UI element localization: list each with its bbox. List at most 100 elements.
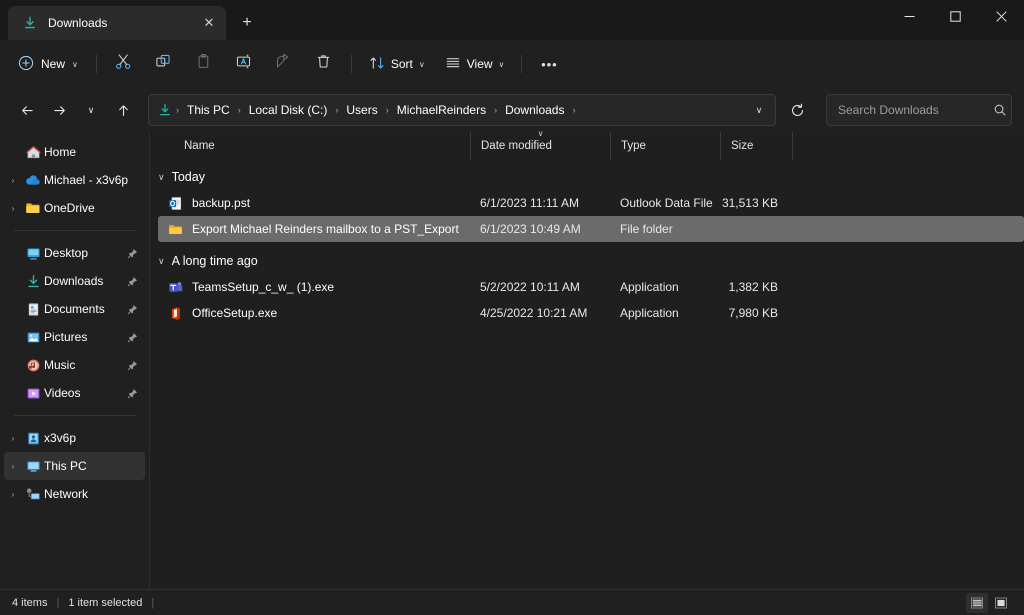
refresh-button[interactable] xyxy=(782,95,812,125)
column-label: Name xyxy=(184,140,215,152)
close-button[interactable] xyxy=(978,0,1024,32)
toolbar-divider xyxy=(95,55,97,73)
breadcrumb[interactable]: › This PC › Local Disk (C:) › Users › Mi… xyxy=(148,94,776,126)
chevron-right-icon[interactable]: › xyxy=(4,176,22,185)
sort-button[interactable]: Sort ∨ xyxy=(360,48,434,80)
maximize-button[interactable] xyxy=(932,0,978,32)
pin-icon[interactable] xyxy=(125,332,139,343)
file-name-cell: backup.pst xyxy=(158,196,470,211)
videos-icon xyxy=(22,386,44,401)
onedrive-cloud-icon xyxy=(22,172,44,188)
table-row[interactable]: backup.pst 6/1/2023 11:11 AM Outlook Dat… xyxy=(158,190,1024,216)
tab-title: Downloads xyxy=(48,16,108,30)
table-row[interactable]: Export Michael Reinders mailbox to a PST… xyxy=(158,216,1024,242)
rename-button[interactable] xyxy=(225,48,263,80)
column-header-name[interactable]: Name xyxy=(150,132,470,160)
column-header-type[interactable]: Type xyxy=(610,132,720,160)
file-date: 4/25/2022 10:21 AM xyxy=(480,306,588,320)
sidebar-item-pictures[interactable]: Pictures xyxy=(4,323,145,351)
pin-icon[interactable] xyxy=(125,388,139,399)
breadcrumb-item-local-disk[interactable]: Local Disk (C:) xyxy=(244,100,333,120)
breadcrumb-item-this-pc[interactable]: This PC xyxy=(182,100,235,120)
chevron-right-icon[interactable]: › xyxy=(4,490,22,499)
trash-icon xyxy=(315,53,332,75)
sidebar-item-home[interactable]: Home xyxy=(4,138,145,166)
pin-icon[interactable] xyxy=(125,276,139,287)
table-row[interactable]: OfficeSetup.exe 4/25/2022 10:21 AM Appli… xyxy=(158,300,1024,326)
status-bar: 4 items | 1 item selected | xyxy=(0,589,1024,615)
chevron-down-icon[interactable]: ∨ xyxy=(158,256,165,267)
chevron-right-icon[interactable]: › xyxy=(4,462,22,471)
paste-icon xyxy=(195,53,212,75)
search-box[interactable] xyxy=(826,94,1012,126)
chevron-right-icon[interactable]: › xyxy=(4,204,22,213)
pc-icon xyxy=(22,431,44,446)
forward-button[interactable] xyxy=(44,95,74,125)
paste-button[interactable] xyxy=(185,48,223,80)
breadcrumb-item-downloads[interactable]: Downloads xyxy=(500,100,569,120)
column-headers: Name ∨ Date modified Type Size xyxy=(150,129,1024,160)
sidebar-item-downloads[interactable]: Downloads xyxy=(4,267,145,295)
toolbar-divider-3 xyxy=(521,55,523,73)
chevron-down-icon: ∨ xyxy=(418,59,425,69)
sidebar-item-this-pc[interactable]: › This PC xyxy=(4,452,145,480)
sidebar-item-network[interactable]: › Network xyxy=(4,480,145,508)
pin-icon[interactable] xyxy=(125,304,139,315)
group-header-today[interactable]: ∨ Today xyxy=(150,164,1024,190)
sidebar-item-michael-x3v6p[interactable]: › Michael - x3v6p xyxy=(4,166,145,194)
breadcrumb-item-michaelreinders[interactable]: MichaelReinders xyxy=(392,100,491,120)
new-button[interactable]: New ∨ xyxy=(10,48,88,80)
sidebar-item-label: Music xyxy=(44,358,76,372)
file-name: TeamsSetup_c_w_ (1).exe xyxy=(192,280,335,294)
chevron-right-icon[interactable]: › xyxy=(4,434,22,443)
search-icon[interactable] xyxy=(993,103,1007,117)
details-view-button[interactable] xyxy=(966,592,988,613)
cut-button[interactable] xyxy=(105,48,143,80)
pin-icon[interactable] xyxy=(125,360,139,371)
group-header-a-long-time-ago[interactable]: ∨ A long time ago xyxy=(150,248,1024,274)
more-options-button[interactable]: ••• xyxy=(530,48,568,80)
sidebar-item-desktop[interactable]: Desktop xyxy=(4,239,145,267)
sidebar-item-videos[interactable]: Videos xyxy=(4,379,145,407)
sidebar-item-onedrive[interactable]: › OneDrive xyxy=(4,194,145,222)
file-size: 1,382 KB xyxy=(728,280,778,294)
search-input[interactable] xyxy=(838,103,993,117)
file-name: backup.pst xyxy=(192,196,251,210)
breadcrumb-item-users[interactable]: Users xyxy=(341,100,382,120)
share-button[interactable] xyxy=(265,48,303,80)
title-bar: Downloads ✕ + xyxy=(0,0,1024,40)
pictures-icon xyxy=(22,330,44,345)
file-type: File folder xyxy=(620,222,673,236)
large-icons-view-button[interactable] xyxy=(990,593,1012,613)
sidebar-item-x3v6p[interactable]: › x3v6p xyxy=(4,424,145,452)
tab-downloads[interactable]: Downloads ✕ xyxy=(8,6,226,40)
sidebar-item-music[interactable]: Music xyxy=(4,351,145,379)
column-label: Size xyxy=(731,140,754,152)
network-icon xyxy=(22,487,44,502)
up-button[interactable] xyxy=(108,95,138,125)
sidebar-item-label: Home xyxy=(44,145,77,159)
sidebar-divider-2 xyxy=(14,415,137,416)
recent-locations-button[interactable]: ∨ xyxy=(76,95,106,125)
column-header-date-modified[interactable]: ∨ Date modified xyxy=(470,129,610,160)
copy-button[interactable] xyxy=(145,48,183,80)
view-button[interactable]: View ∨ xyxy=(436,48,514,80)
table-row[interactable]: TeamsSetup_c_w_ (1).exe 5/2/2022 10:11 A… xyxy=(158,274,1024,300)
sidebar-item-label: Network xyxy=(44,487,89,501)
column-header-size[interactable]: Size xyxy=(720,132,792,160)
pin-icon[interactable] xyxy=(125,248,139,259)
sidebar-item-documents[interactable]: Documents xyxy=(4,295,145,323)
delete-button[interactable] xyxy=(305,48,343,80)
tab-close-icon[interactable]: ✕ xyxy=(198,12,220,34)
file-size: 31,513 KB xyxy=(721,196,778,210)
command-bar: New ∨ Sort ∨ View ∨ ••• xyxy=(0,40,1024,88)
documents-icon xyxy=(22,302,44,317)
column-resize-handle[interactable] xyxy=(792,132,793,160)
status-separator: | xyxy=(151,596,155,609)
new-tab-button[interactable]: + xyxy=(232,8,262,38)
breadcrumb-dropdown-icon[interactable]: ∨ xyxy=(747,97,771,123)
minimize-button[interactable] xyxy=(886,0,932,32)
chevron-down-icon[interactable]: ∨ xyxy=(158,172,165,183)
file-type: Application xyxy=(620,280,679,294)
back-button[interactable] xyxy=(12,95,42,125)
